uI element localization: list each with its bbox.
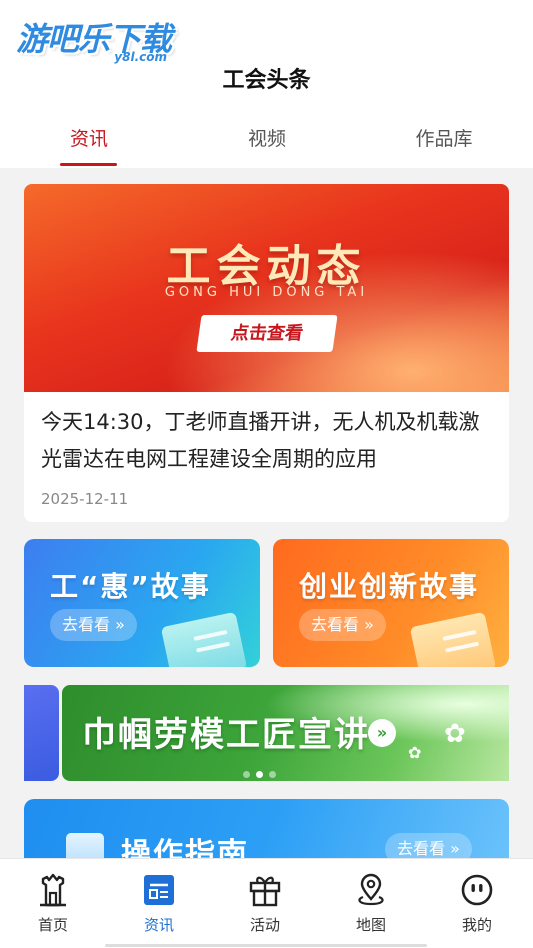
carousel-prev-slide[interactable] — [24, 685, 59, 781]
gift-icon — [249, 876, 281, 907]
card-title: 创业创新故事 — [299, 570, 480, 603]
tab-bar: 资讯 视频 作品库 — [0, 118, 533, 168]
banner-carousel[interactable]: 巾帼劳模工匠宣讲 » ✿ ✿ — [24, 685, 509, 781]
carousel-dot-active[interactable] — [256, 771, 263, 778]
nav-label: 地图 — [355, 916, 386, 934]
tab-works[interactable]: 作品库 — [369, 124, 519, 151]
benefit-stories-card[interactable]: 工“惠”故事 去看看 » — [24, 539, 260, 667]
carousel-indicator — [243, 763, 282, 781]
bottom-nav: 首页 资讯 活动 地图 我的 — [0, 858, 533, 948]
banner-subtitle: GONG HUI DONG TAI — [164, 285, 369, 300]
news-date: 2025-12-11 — [41, 490, 129, 508]
nav-profile[interactable]: 我的 — [424, 859, 530, 948]
profile-face-icon — [461, 874, 493, 906]
go-see-button[interactable]: 去看看 » — [50, 609, 137, 641]
flower-icon: ✿ — [444, 719, 466, 749]
watermark-logo: 游吧乐下载 y8l.com — [16, 14, 172, 64]
tab-video[interactable]: 视频 — [192, 124, 342, 151]
slide-title: 巾帼劳模工匠宣讲 — [82, 715, 370, 755]
innovation-stories-card[interactable]: 创业创新故事 去看看 » — [273, 539, 509, 667]
nav-home[interactable]: 首页 — [0, 859, 106, 948]
tab-news[interactable]: 资讯 — [14, 124, 164, 151]
nav-news[interactable]: 资讯 — [106, 859, 212, 948]
union-news-banner[interactable]: 工会动态 GONG HUI DONG TAI 点击查看 — [24, 184, 509, 392]
news-icon — [144, 875, 174, 905]
chevron-right-icon[interactable]: » — [368, 719, 396, 747]
go-see-button[interactable]: 去看看 » — [299, 609, 386, 641]
nav-label: 我的 — [461, 916, 492, 934]
flower-icon: ✿ — [408, 743, 422, 762]
tab-active-indicator — [60, 163, 117, 166]
featured-news-card[interactable]: 工会动态 GONG HUI DONG TAI 点击查看 今天14:30，丁老师直… — [24, 184, 509, 522]
document-illustration-icon — [409, 611, 497, 667]
home-indicator[interactable] — [105, 944, 427, 947]
news-headline[interactable]: 今天14:30，丁老师直播开讲，无人机及机载激光雷达在电网工程建设全周期的应用 — [41, 404, 496, 478]
map-pin-icon — [358, 873, 384, 906]
page-title: 工会头条 — [222, 68, 311, 93]
card-title: 工“惠”故事 — [50, 570, 211, 603]
carousel-slide-model-workers[interactable]: 巾帼劳模工匠宣讲 » ✿ ✿ — [62, 685, 509, 781]
view-details-button[interactable]: 点击查看 — [196, 315, 338, 352]
nav-activities[interactable]: 活动 — [212, 859, 318, 948]
nav-label: 活动 — [249, 916, 280, 934]
carousel-dot[interactable] — [269, 771, 276, 778]
nav-label: 首页 — [37, 916, 68, 934]
carousel-dot[interactable] — [243, 771, 250, 778]
home-tower-icon — [40, 873, 66, 907]
nav-map[interactable]: 地图 — [318, 859, 424, 948]
nav-label: 资讯 — [143, 916, 174, 934]
document-illustration-icon — [160, 611, 248, 667]
header: 游吧乐下载 y8l.com 工会头条 资讯 视频 作品库 — [0, 0, 533, 168]
